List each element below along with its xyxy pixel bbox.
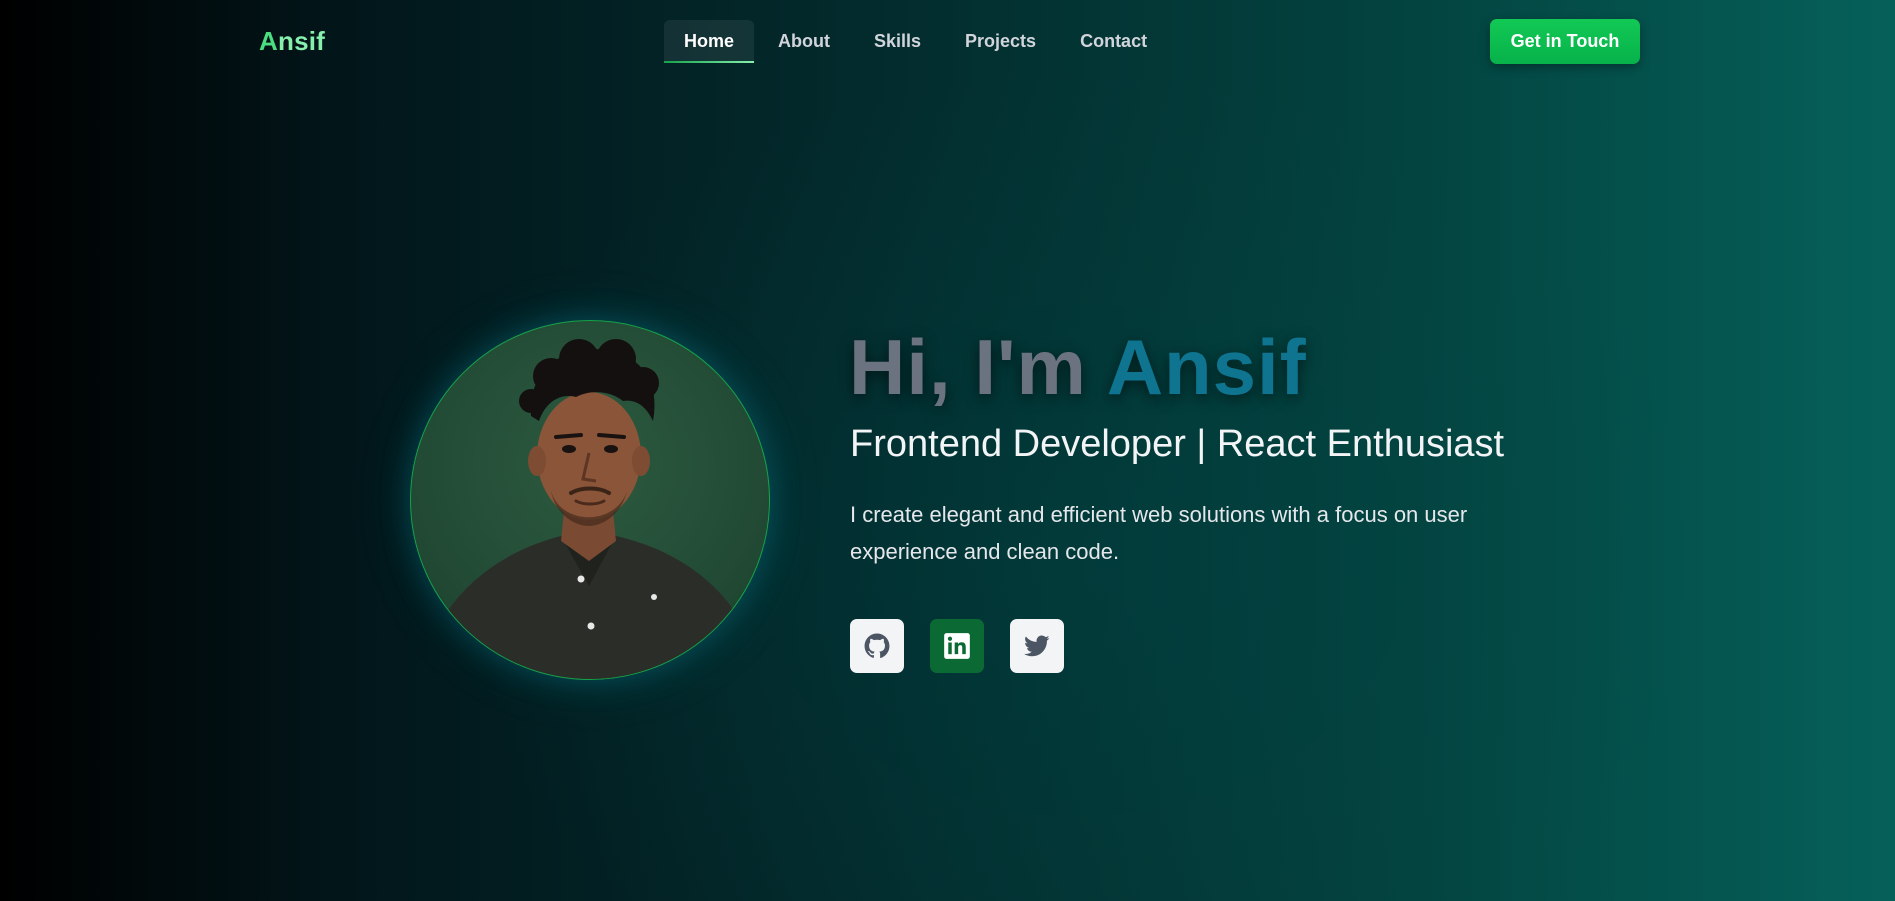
nav-item-projects[interactable]: Projects xyxy=(945,20,1056,63)
portrait-illustration xyxy=(431,339,751,679)
twitter-link[interactable] xyxy=(1010,619,1064,673)
hero-description: I create elegant and efficient web solut… xyxy=(850,502,1468,564)
hero-greeting: Hi, I'm xyxy=(849,323,1107,411)
social-links xyxy=(850,619,1064,673)
nav-menu: Home About Skills Projects Contact xyxy=(664,20,1171,63)
nav-item-contact[interactable]: Contact xyxy=(1060,20,1167,63)
nav-item-home[interactable]: Home xyxy=(664,20,755,63)
logo-initial: A xyxy=(259,26,278,56)
logo-rest: nsif xyxy=(277,26,326,56)
profile-photo xyxy=(410,320,770,680)
get-in-touch-button[interactable]: Get in Touch xyxy=(1490,19,1640,64)
nav-item-about[interactable]: About xyxy=(758,20,850,63)
linkedin-icon xyxy=(944,633,970,659)
site-logo[interactable]: Ansif xyxy=(259,26,325,57)
linkedin-link[interactable] xyxy=(930,619,984,673)
hero-subtitle: Frontend Developer | React Enthusiast xyxy=(850,423,1505,465)
twitter-icon xyxy=(1024,635,1050,657)
top-navigation: Ansif Home About Skills Projects Contact… xyxy=(0,0,1895,86)
profile-photo-frame xyxy=(410,320,770,680)
nav-item-skills[interactable]: Skills xyxy=(854,20,941,63)
hero-name: Ansif xyxy=(1106,323,1307,411)
github-link[interactable] xyxy=(850,619,904,673)
hero-headline: Hi, I'm Ansif xyxy=(849,322,1307,413)
github-icon xyxy=(864,633,890,658)
